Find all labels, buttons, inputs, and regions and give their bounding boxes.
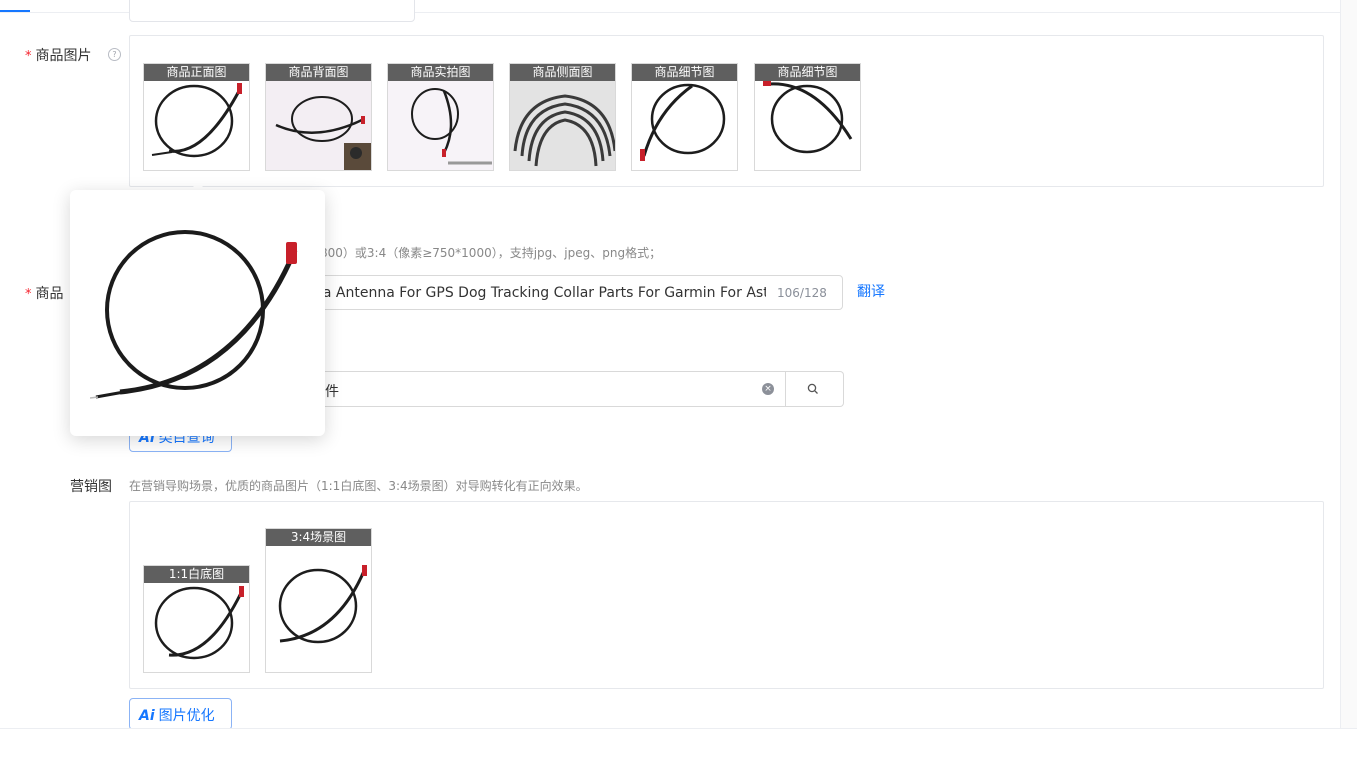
- thumbnail-detail-2[interactable]: 商品细节图: [754, 63, 861, 171]
- thumbnail-side[interactable]: 商品侧面图: [509, 63, 616, 171]
- product-title-label-text: 商品: [35, 286, 64, 302]
- search-button[interactable]: [786, 371, 844, 407]
- category-search-value: 件: [325, 384, 339, 400]
- ai-icon: Ai: [139, 708, 155, 724]
- thumbnail-white-bg[interactable]: 1:1白底图: [143, 565, 250, 673]
- required-mark: *: [25, 49, 32, 64]
- cable-image: [275, 96, 371, 170]
- thumbnail-caption: 1:1白底图: [144, 566, 249, 583]
- scrollbar[interactable]: [1340, 0, 1357, 728]
- marketing-images-label: 营销图: [70, 479, 112, 495]
- thumbnail-back[interactable]: 商品背面图: [265, 63, 372, 171]
- thumbnail-caption: 商品侧面图: [510, 64, 615, 81]
- thumbnail-scene[interactable]: 3:4场景图: [265, 528, 372, 673]
- thumbnail-detail-1[interactable]: 商品细节图: [631, 63, 738, 171]
- thumbnail-caption: 商品正面图: [144, 64, 249, 81]
- title-char-counter: 106/128: [777, 286, 827, 300]
- search-icon: [807, 383, 818, 394]
- marketing-images-hint: 在营销导购场景，优质的商品图片（1:1白底图、3:4场景图）对导购转化有正向效果…: [129, 479, 588, 493]
- cable-preview-image: [90, 230, 298, 399]
- question-circle-icon[interactable]: ?: [108, 48, 121, 61]
- product-title-value: na Antenna For GPS Dog Tracking Collar P…: [314, 285, 766, 301]
- thumbnail-caption: 商品实拍图: [388, 64, 493, 81]
- cable-image: [278, 565, 367, 644]
- popover-arrow: [190, 182, 206, 190]
- cable-image: [154, 586, 244, 660]
- thumbnail-caption: 商品背面图: [266, 64, 371, 81]
- thumbnail-caption: 3:4场景图: [266, 529, 371, 546]
- translate-link[interactable]: 翻译: [857, 281, 885, 301]
- thumbnail-real-shot[interactable]: 商品实拍图: [387, 63, 494, 171]
- bottom-bar: [0, 728, 1357, 782]
- cable-image: [411, 88, 492, 165]
- ai-image-optimize-label: 图片优化: [158, 708, 215, 724]
- image-format-hint: 800）或3:4（像素≥750*1000），支持jpg、jpeg、png格式；: [320, 246, 662, 260]
- image-preview-popover: [70, 190, 325, 436]
- thumbnail-caption: 商品细节图: [632, 64, 737, 81]
- product-images-label-text: 商品图片: [35, 48, 92, 64]
- thumbnail-caption: 商品细节图: [755, 64, 860, 81]
- cable-image: [513, 94, 615, 167]
- thumbnail-front[interactable]: 商品正面图: [143, 63, 250, 171]
- cable-image: [763, 81, 853, 154]
- cable-image: [640, 83, 726, 161]
- previous-field-input[interactable]: [129, 0, 415, 22]
- ai-image-optimize-button[interactable]: Ai 图片优化: [129, 698, 232, 730]
- product-title-label: * 商品: [25, 283, 64, 303]
- product-images-label: * 商品图片: [25, 45, 92, 65]
- clear-icon[interactable]: ×: [762, 383, 774, 395]
- required-mark: *: [25, 287, 32, 302]
- cable-image: [151, 83, 242, 158]
